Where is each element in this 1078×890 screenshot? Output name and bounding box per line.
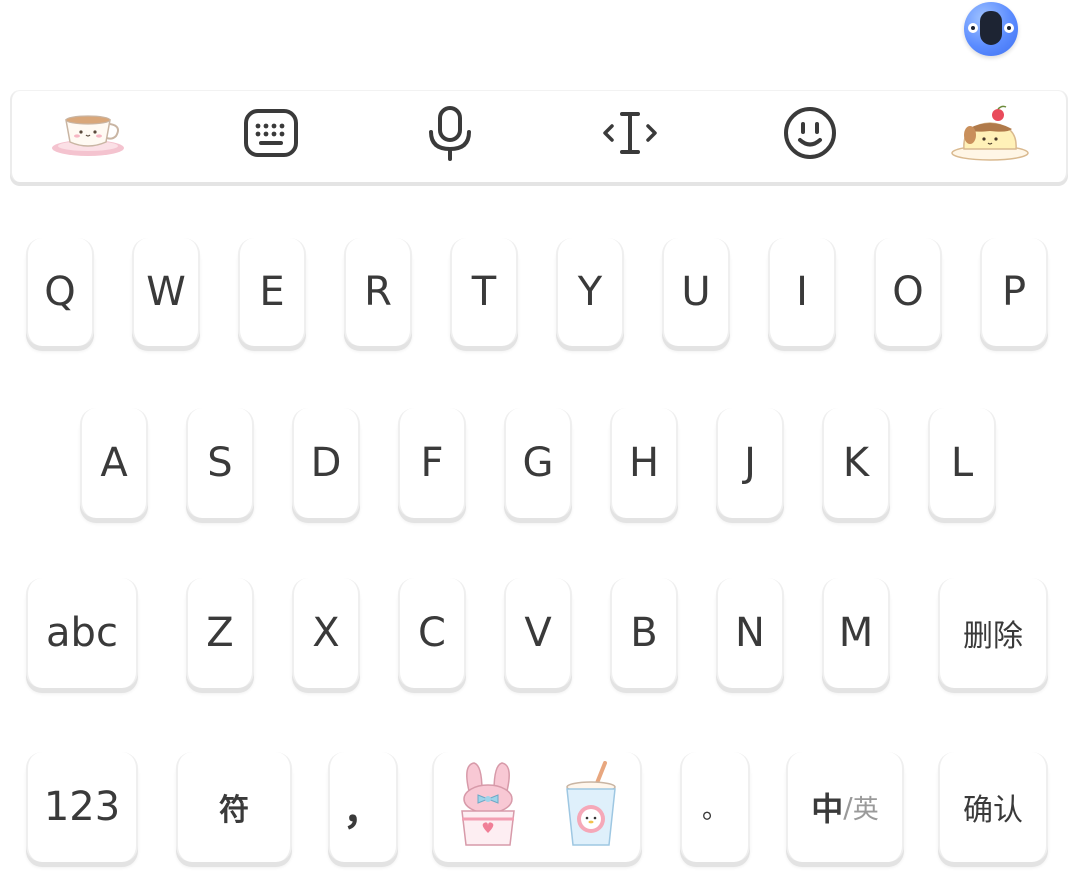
key-d[interactable]: D [292, 408, 360, 518]
key-u[interactable]: U [662, 238, 730, 346]
assistant-bubble-icon[interactable] [964, 2, 1018, 56]
key-o[interactable]: O [874, 238, 942, 346]
key-label: O [892, 269, 924, 315]
key-k[interactable]: K [822, 408, 890, 518]
key-label: H [628, 440, 660, 486]
key-label: Y [577, 269, 603, 315]
keyboard-toolbar [10, 90, 1068, 182]
delete-key[interactable]: 删除 [938, 578, 1048, 688]
key-label: X [312, 610, 340, 656]
key-b[interactable]: B [610, 578, 678, 688]
key-label: U [681, 269, 711, 315]
key-q[interactable]: Q [26, 238, 94, 346]
key-label: 删除 [963, 619, 1023, 654]
drink-cup-sticker-icon [563, 761, 619, 853]
key-label: I [796, 269, 808, 315]
key-label: L [950, 440, 974, 486]
key-x[interactable]: X [292, 578, 360, 688]
key-label: Q [44, 269, 76, 315]
pudding-sticker-icon[interactable] [945, 90, 1035, 176]
key-p[interactable]: P [980, 238, 1048, 346]
space-key[interactable] [432, 752, 642, 862]
microphone-icon[interactable] [405, 90, 495, 176]
cursor-move-icon[interactable] [585, 90, 675, 176]
key-e[interactable]: E [238, 238, 306, 346]
key-l[interactable]: L [928, 408, 996, 518]
key-label: B [630, 610, 658, 656]
key-label: 。 [701, 794, 728, 825]
key-t[interactable]: T [450, 238, 518, 346]
key-label: K [842, 440, 870, 486]
case-toggle-key[interactable]: abc [26, 578, 138, 688]
key-h[interactable]: H [610, 408, 678, 518]
key-v[interactable]: V [504, 578, 572, 688]
key-label: F [420, 440, 444, 486]
key-label: C [418, 610, 446, 656]
key-label: T [471, 269, 497, 315]
key-y[interactable]: Y [556, 238, 624, 346]
key-f[interactable]: F [398, 408, 466, 518]
key-label: ， [343, 788, 383, 834]
key-label: W [146, 269, 186, 315]
key-label: 123 [43, 784, 121, 830]
key-z[interactable]: Z [186, 578, 254, 688]
key-label: M [838, 610, 874, 656]
symbols-key[interactable]: 符 [176, 752, 292, 862]
keyboard-screen: Q W E R T Y U I O P A S D F G H J K L ab… [0, 0, 1078, 890]
confirm-key[interactable]: 确认 [938, 752, 1048, 862]
numbers-key[interactable]: 123 [26, 752, 138, 862]
keyboard-icon[interactable] [226, 90, 316, 176]
key-label: J [744, 440, 756, 486]
language-toggle-key[interactable]: 中 / 英 [786, 752, 904, 862]
key-i[interactable]: I [768, 238, 836, 346]
key-label: Z [206, 610, 234, 656]
key-c[interactable]: C [398, 578, 466, 688]
key-label: D [310, 440, 342, 486]
key-n[interactable]: N [716, 578, 784, 688]
key-j[interactable]: J [716, 408, 784, 518]
key-g[interactable]: G [504, 408, 572, 518]
key-m[interactable]: M [822, 578, 890, 688]
key-label: R [364, 269, 392, 315]
key-label: 确认 [963, 793, 1023, 828]
key-label: E [259, 269, 285, 315]
key-label: N [735, 610, 765, 656]
language-separator: / [843, 790, 853, 824]
period-key[interactable]: 。 [680, 752, 750, 862]
bunny-cup-sticker-icon [456, 761, 520, 853]
key-label: G [522, 440, 554, 486]
key-label: S [207, 440, 233, 486]
language-current-label: 中 [811, 790, 844, 828]
key-label: V [524, 610, 552, 656]
language-alt-label: 英 [852, 794, 879, 825]
key-r[interactable]: R [344, 238, 412, 346]
key-label: abc [46, 610, 118, 656]
key-label: P [1001, 269, 1027, 315]
comma-key[interactable]: ， [328, 752, 398, 862]
key-s[interactable]: S [186, 408, 254, 518]
key-label: 符 [219, 793, 249, 828]
key-label: A [100, 440, 128, 486]
teacup-sticker-icon[interactable] [45, 90, 135, 176]
smiley-icon[interactable] [765, 90, 855, 176]
key-a[interactable]: A [80, 408, 148, 518]
key-w[interactable]: W [132, 238, 200, 346]
